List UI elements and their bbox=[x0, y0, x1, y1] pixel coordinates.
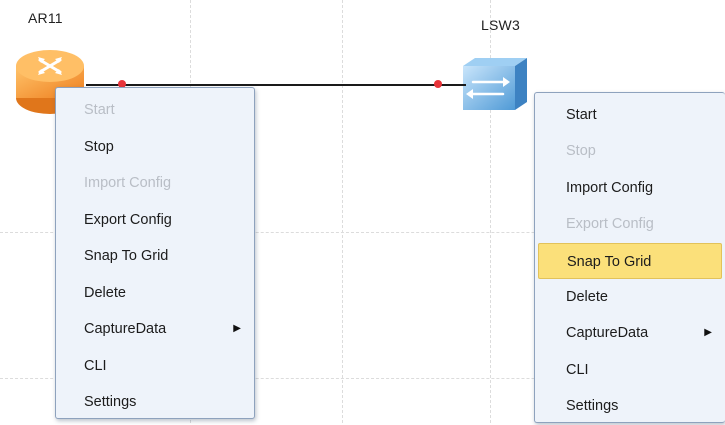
menu-item-stop: Stop bbox=[566, 143, 596, 160]
menu-item-capture-data[interactable]: CaptureData ▶ bbox=[538, 315, 722, 351]
grid-line bbox=[342, 0, 343, 423]
menu-item-capture-data[interactable]: CaptureData ▶ bbox=[59, 311, 251, 348]
menu-item-cli[interactable]: CLI bbox=[538, 352, 722, 388]
menu-item-import-config: Import Config bbox=[84, 175, 172, 191]
switch-context-menu: Start Stop Import Config Export Config S… bbox=[534, 92, 725, 423]
triangle-right-icon: ▶ bbox=[233, 323, 241, 334]
menu-item-start: Start bbox=[84, 102, 115, 118]
menu-item-settings[interactable]: Settings bbox=[538, 388, 722, 424]
menu-item-start[interactable]: Start bbox=[538, 97, 722, 133]
menu-item-cli[interactable]: CLI bbox=[59, 348, 251, 385]
switch-label: LSW3 bbox=[481, 17, 520, 33]
router-context-menu: Start Stop Import Config Export Config S… bbox=[55, 87, 255, 419]
menu-item-delete[interactable]: Delete bbox=[538, 279, 722, 315]
menu-item-delete[interactable]: Delete bbox=[59, 275, 251, 312]
menu-item-settings[interactable]: Settings bbox=[59, 384, 251, 421]
router-label: AR11 bbox=[28, 10, 63, 26]
menu-item-snap-to-grid[interactable]: Snap To Grid bbox=[59, 238, 251, 275]
menu-item-import-config[interactable]: Import Config bbox=[538, 170, 722, 206]
triangle-right-icon: ▶ bbox=[704, 327, 712, 339]
switch-icon bbox=[463, 58, 527, 110]
menu-item-stop[interactable]: Stop bbox=[59, 129, 251, 166]
link-line[interactable] bbox=[86, 84, 466, 86]
menu-item-export-config[interactable]: Export Config bbox=[59, 202, 251, 239]
switch-device[interactable] bbox=[457, 56, 531, 114]
menu-item-snap-to-grid[interactable]: Snap To Grid bbox=[538, 242, 722, 279]
menu-item-export-config: Export Config bbox=[566, 216, 654, 233]
port-dot bbox=[434, 80, 442, 88]
